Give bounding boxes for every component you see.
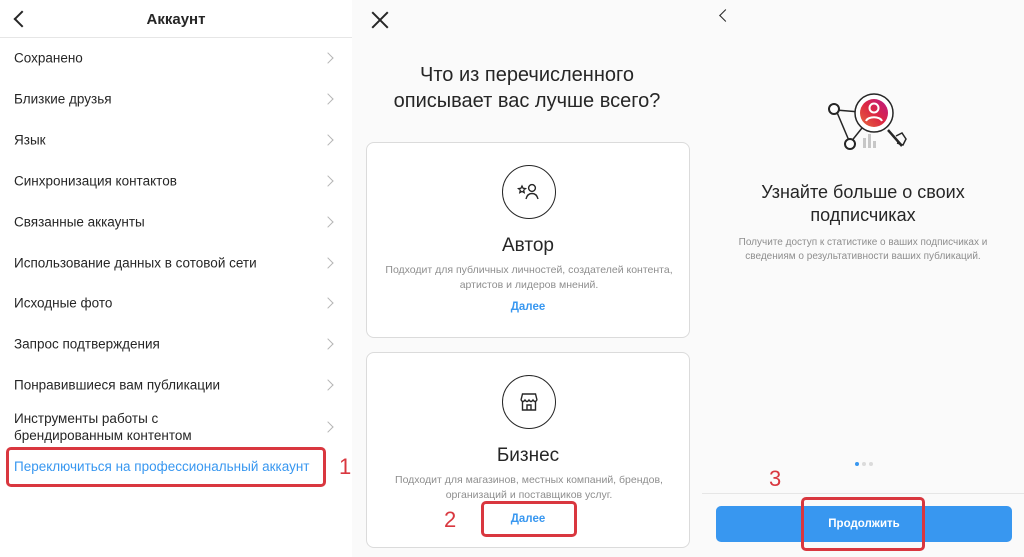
creator-star-person-icon bbox=[502, 165, 556, 219]
chevron-right-icon bbox=[322, 297, 334, 309]
storefront-icon bbox=[502, 375, 556, 429]
account-type-screen: Что из перечисленного описывает вас лучш… bbox=[352, 0, 702, 557]
close-icon[interactable] bbox=[370, 10, 390, 30]
step-number: 3 bbox=[769, 466, 782, 491]
title-text: Узнайте больше о своих подписчиках bbox=[761, 182, 965, 225]
menu-item-liked-posts[interactable]: Понравившиеся вам публикации bbox=[0, 365, 352, 405]
page-title: Узнайте больше о своих подписчиках bbox=[702, 181, 1024, 227]
menu-item-original-photos[interactable]: Исходные фото bbox=[0, 283, 352, 323]
highlight-box bbox=[481, 501, 577, 537]
account-settings-screen: Аккаунт Сохранено Близкие друзья Язык Си… bbox=[0, 0, 352, 557]
header: Аккаунт bbox=[0, 0, 352, 38]
chevron-right-icon bbox=[322, 52, 334, 64]
chevron-right-icon bbox=[322, 338, 334, 350]
next-link[interactable]: Далее bbox=[367, 301, 689, 313]
chevron-right-icon bbox=[322, 257, 334, 269]
chevron-right-icon bbox=[322, 175, 334, 187]
question-text: Что из перечисленного описывает вас лучш… bbox=[393, 64, 661, 112]
page-dot bbox=[869, 462, 873, 466]
chevron-right-icon bbox=[322, 134, 334, 146]
menu-item-label: Использование данных в сотовой сети bbox=[14, 255, 257, 271]
description: Получите доступ к статистике о ваших под… bbox=[738, 237, 988, 262]
menu-item-branded-content[interactable]: Инструменты работы с брендированным конт… bbox=[0, 404, 352, 450]
card-description: Подходит для магазинов, местных компаний… bbox=[395, 474, 663, 501]
menu-item-verification-request[interactable]: Запрос подтверждения bbox=[0, 324, 352, 364]
card-title: Автор bbox=[502, 235, 554, 256]
menu-item-label: Исходные фото bbox=[14, 295, 113, 311]
audience-insights-illustration bbox=[822, 88, 908, 163]
menu-item-label: Понравившиеся вам публикации bbox=[14, 377, 221, 393]
page-title: Что из перечисленного описывает вас лучш… bbox=[352, 62, 702, 114]
chevron-right-icon bbox=[322, 379, 334, 391]
menu-item-linked-accounts[interactable]: Связанные аккаунты bbox=[0, 202, 352, 242]
menu-item-label: Инструменты работы с брендированным конт… bbox=[14, 411, 192, 443]
card-description: Подходит для публичных личностей, создат… bbox=[385, 264, 673, 291]
menu-item-saved[interactable]: Сохранено bbox=[0, 38, 352, 78]
card-title: Бизнес bbox=[496, 445, 560, 466]
menu-item-label: Синхронизация контактов bbox=[14, 173, 177, 189]
creator-card[interactable]: Автор Подходит для публичных личностей, … bbox=[366, 142, 690, 338]
back-chevron-icon[interactable] bbox=[719, 9, 732, 22]
menu-item-label: Запрос подтверждения bbox=[14, 336, 160, 352]
step-number: 2 bbox=[444, 507, 457, 532]
chevron-right-icon bbox=[322, 421, 334, 433]
highlight-box bbox=[801, 497, 925, 551]
chevron-right-icon bbox=[322, 216, 334, 228]
menu-item-cellular-data[interactable]: Использование данных в сотовой сети bbox=[0, 243, 352, 283]
menu-item-label: Язык bbox=[14, 132, 46, 148]
page-dot-active bbox=[855, 462, 859, 466]
page-dot bbox=[862, 462, 866, 466]
menu-item-label: Связанные аккаунты bbox=[14, 214, 145, 230]
menu-item-contacts-sync[interactable]: Синхронизация контактов bbox=[0, 161, 352, 201]
step-number: 1 bbox=[339, 454, 352, 479]
chevron-right-icon bbox=[322, 93, 334, 105]
page-indicator bbox=[855, 462, 873, 466]
menu-item-label: Близкие друзья bbox=[14, 91, 112, 107]
menu-item-language[interactable]: Язык bbox=[0, 120, 352, 160]
divider bbox=[702, 493, 1024, 494]
highlight-box bbox=[6, 447, 326, 487]
menu-item-label: Сохранено bbox=[14, 50, 83, 66]
insights-intro-screen: Узнайте больше о своих подписчиках Получ… bbox=[702, 0, 1024, 557]
page-title: Аккаунт bbox=[146, 11, 206, 28]
menu-item-close-friends[interactable]: Близкие друзья bbox=[0, 79, 352, 119]
